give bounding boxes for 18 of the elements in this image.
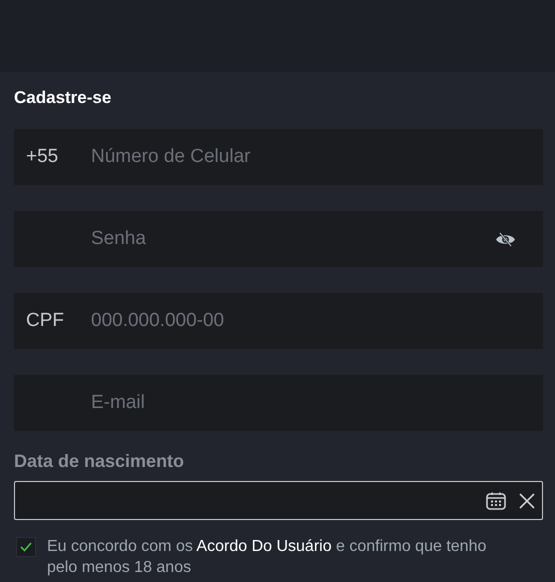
input-field[interactable]: +55 Número de Celular: [14, 129, 543, 185]
calendar-icon[interactable]: [486, 492, 506, 510]
date-field[interactable]: [14, 481, 543, 520]
form-title: Cadastre-se: [14, 88, 112, 108]
agreement-text: Eu concordo com os Acordo Do Usuário e confirmo que tenho pelo menos 18 anos: [47, 537, 488, 578]
text-input[interactable]: Senha: [89, 211, 495, 267]
input-field[interactable]: Senha: [14, 211, 543, 267]
text-input[interactable]: 000.000.000-00: [89, 293, 543, 349]
text-input[interactable]: Número de Celular: [89, 129, 543, 185]
check-icon: [20, 542, 32, 552]
agreement-link[interactable]: Acordo Do Usuário: [196, 538, 332, 555]
eye-slash-icon[interactable]: [495, 232, 516, 246]
prefix-label: +55: [25, 146, 60, 168]
field-label: Data de nascimento: [14, 451, 186, 472]
checkbox[interactable]: [16, 537, 36, 557]
close-icon[interactable]: [519, 492, 535, 508]
input-field[interactable]: CPF 000.000.000-00: [14, 293, 543, 349]
prefix-label: CPF: [25, 310, 65, 332]
